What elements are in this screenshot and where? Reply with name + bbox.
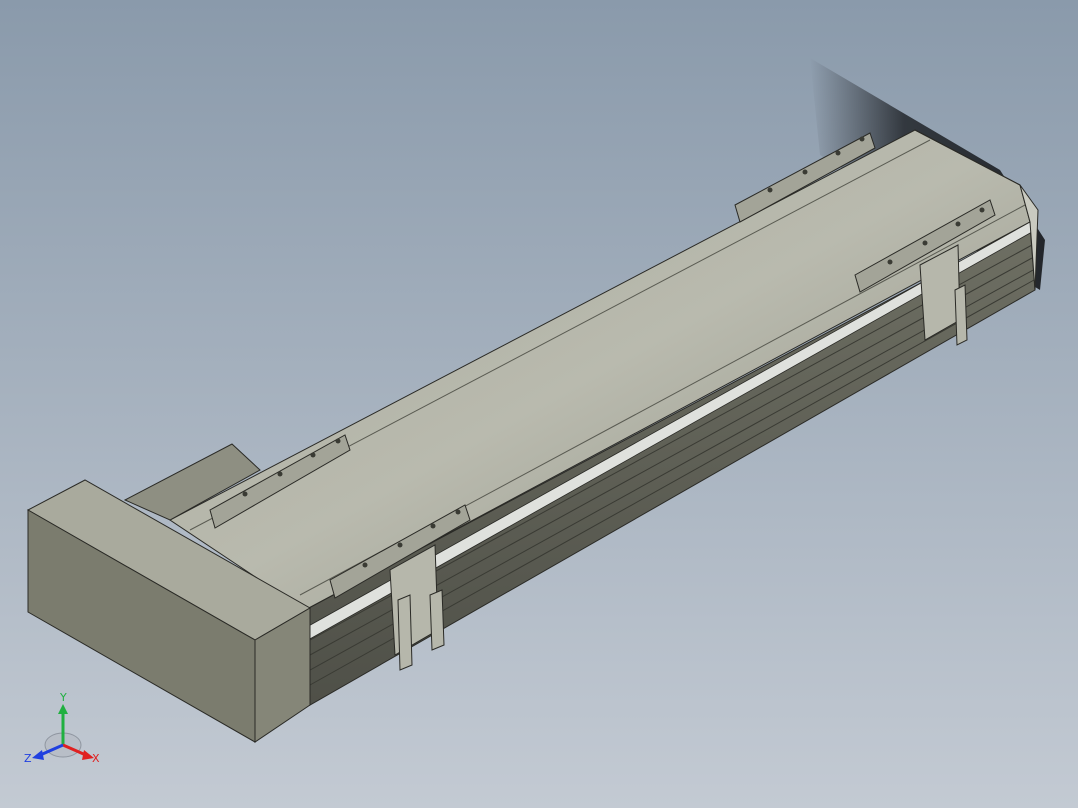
x-axis-label: X bbox=[92, 752, 100, 765]
z-arrow-icon bbox=[32, 750, 44, 760]
orientation-triad: Y X Z bbox=[24, 691, 100, 765]
z-axis-label: Z bbox=[24, 752, 32, 765]
cad-viewport[interactable]: Y X Z bbox=[0, 0, 1078, 808]
y-axis-label: Y bbox=[59, 691, 67, 704]
linear-actuator-model[interactable] bbox=[0, 0, 1078, 808]
y-arrow-icon bbox=[58, 704, 68, 714]
